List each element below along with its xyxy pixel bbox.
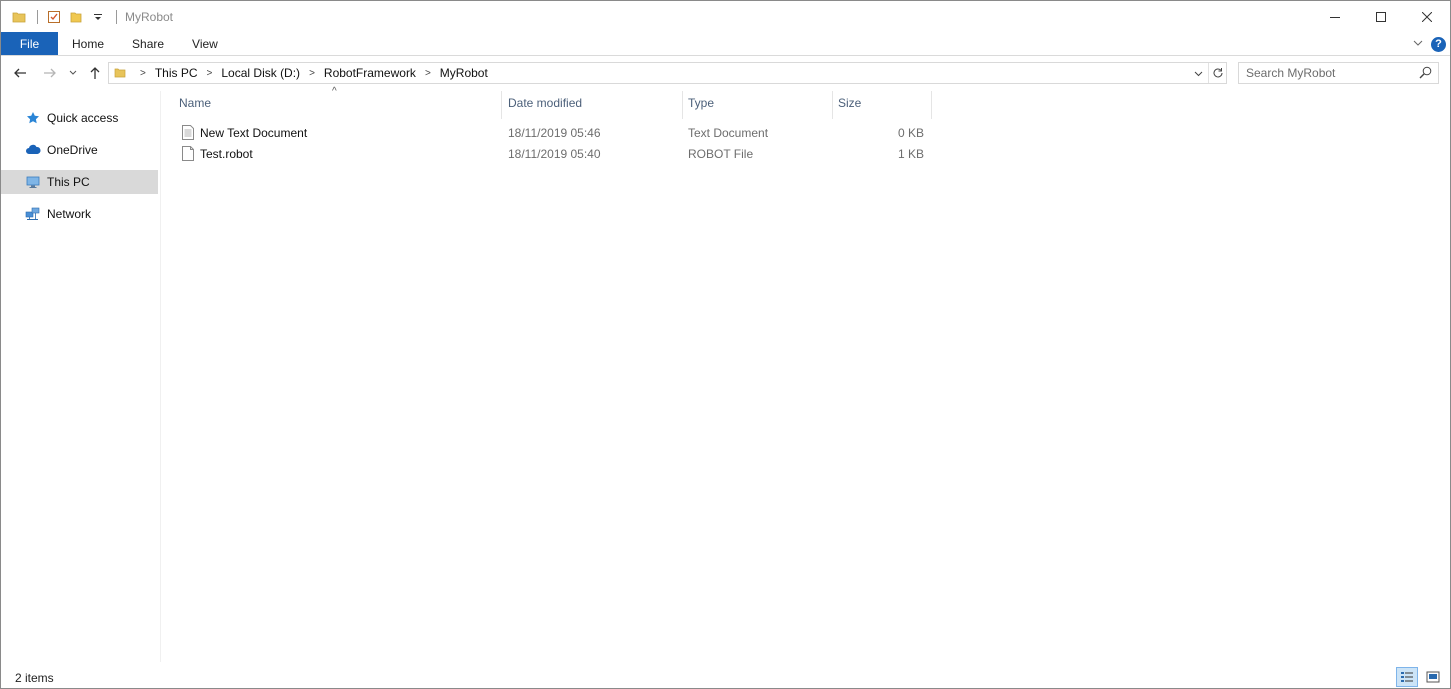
breadcrumb-local-disk[interactable]: Local Disk (D:)	[221, 66, 300, 80]
file-date-modified: 18/11/2019 05:46	[508, 125, 601, 140]
breadcrumb-separator-icon[interactable]: >	[309, 68, 315, 79]
file-type: ROBOT File	[688, 146, 754, 161]
address-bar[interactable]: > This PC > Local Disk (D:) > RobotFramewor…	[108, 62, 1227, 84]
sidebar-item-label: Network	[47, 207, 92, 221]
chevron-down-icon	[1194, 71, 1202, 76]
file-list: ^ Name Date modified Type Size New Text …	[162, 86, 1442, 662]
network-icon	[25, 206, 41, 222]
sidebar-item-label: Quick access	[47, 111, 119, 125]
properties-icon[interactable]	[44, 7, 64, 27]
file-size: 1 KB	[897, 146, 924, 161]
refresh-icon	[1213, 68, 1222, 78]
back-button[interactable]	[9, 60, 31, 86]
forward-button[interactable]	[39, 60, 61, 86]
maximize-button[interactable]	[1358, 1, 1404, 32]
sidebar-item-this-pc[interactable]: This PC	[1, 170, 158, 194]
table-row[interactable]: New Text Document 18/11/2019 05:46 Text …	[174, 122, 934, 143]
minimize-icon	[1330, 16, 1340, 18]
computer-icon	[25, 174, 41, 190]
column-header-date-modified[interactable]: Date modified	[502, 91, 682, 115]
recent-locations-button[interactable]	[65, 60, 81, 86]
large-icons-view-button[interactable]	[1422, 667, 1444, 687]
file-date-modified: 18/11/2019 05:40	[508, 146, 601, 161]
search-input[interactable]	[1246, 66, 1416, 80]
sidebar-item-quick-access[interactable]: Quick access	[1, 106, 158, 130]
cloud-icon	[25, 142, 41, 158]
file-name: Test.robot	[200, 146, 253, 161]
window-title: MyRobot	[125, 9, 174, 24]
close-icon	[1422, 11, 1432, 22]
maximize-icon	[1376, 11, 1386, 22]
tab-share[interactable]: Share	[118, 32, 178, 55]
new-folder-icon[interactable]	[66, 7, 86, 27]
file-explorer-window: MyRobot File Home Share View ? > This PC…	[0, 0, 1451, 689]
quick-access-toolbar: MyRobot	[1, 1, 173, 32]
item-count: 2 items	[15, 670, 54, 685]
breadcrumb-separator-icon[interactable]: >	[140, 68, 146, 79]
sidebar-item-label: OneDrive	[47, 143, 98, 157]
star-icon	[25, 110, 41, 126]
details-view-icon	[1401, 672, 1413, 682]
toolbar-divider	[37, 9, 38, 24]
close-button[interactable]	[1404, 1, 1450, 32]
sidebar-item-onedrive[interactable]: OneDrive	[1, 138, 158, 162]
sidebar-item-label: This PC	[47, 175, 90, 189]
blank-file-icon	[182, 146, 194, 161]
navigation-pane: Quick access OneDrive This PC Network	[1, 91, 161, 662]
column-header-name[interactable]: Name	[173, 91, 501, 115]
up-arrow-icon	[90, 67, 100, 79]
column-divider[interactable]	[931, 91, 932, 119]
breadcrumb-separator-icon[interactable]: >	[207, 68, 213, 79]
table-row[interactable]: Test.robot 18/11/2019 05:40 ROBOT File 1…	[174, 143, 934, 164]
customize-toolbar-dropdown-icon[interactable]	[88, 7, 108, 27]
text-file-icon	[182, 125, 194, 140]
toolbar-divider	[116, 9, 117, 24]
up-button[interactable]	[85, 60, 105, 86]
column-header-type[interactable]: Type	[682, 91, 832, 115]
large-icons-view-icon	[1426, 671, 1440, 683]
file-size: 0 KB	[897, 125, 924, 140]
details-view-button[interactable]	[1396, 667, 1418, 687]
refresh-button[interactable]	[1208, 63, 1226, 83]
file-name: New Text Document	[200, 125, 308, 140]
breadcrumb-myrobot[interactable]: MyRobot	[440, 66, 488, 80]
breadcrumb-robotframework[interactable]: RobotFramework	[324, 66, 416, 80]
address-history-dropdown[interactable]	[1190, 63, 1206, 83]
ribbon-tabs: File Home Share View ?	[1, 32, 1450, 56]
help-icon[interactable]: ?	[1431, 36, 1446, 52]
file-type: Text Document	[688, 125, 769, 140]
folder-icon	[109, 67, 131, 79]
tab-home[interactable]: Home	[58, 32, 118, 55]
tab-view[interactable]: View	[178, 32, 232, 55]
column-header-size[interactable]: Size	[832, 91, 932, 115]
tab-file[interactable]: File	[1, 32, 58, 55]
breadcrumb-separator-icon[interactable]: >	[425, 68, 431, 79]
address-row: > This PC > Local Disk (D:) > RobotFramewor…	[1, 60, 1450, 86]
forward-arrow-icon	[44, 68, 56, 78]
title-bar: MyRobot	[1, 1, 1450, 32]
back-arrow-icon	[14, 68, 26, 78]
minimize-button[interactable]	[1312, 1, 1358, 32]
search-icon[interactable]	[1419, 66, 1432, 82]
search-box[interactable]	[1238, 62, 1439, 84]
chevron-down-icon	[69, 70, 77, 75]
folder-icon[interactable]	[9, 7, 29, 27]
sidebar-item-network[interactable]: Network	[1, 202, 158, 226]
status-bar: 2 items	[1, 666, 1450, 688]
expand-ribbon-icon[interactable]	[1413, 37, 1423, 51]
breadcrumb-this-pc[interactable]: This PC	[155, 66, 198, 80]
